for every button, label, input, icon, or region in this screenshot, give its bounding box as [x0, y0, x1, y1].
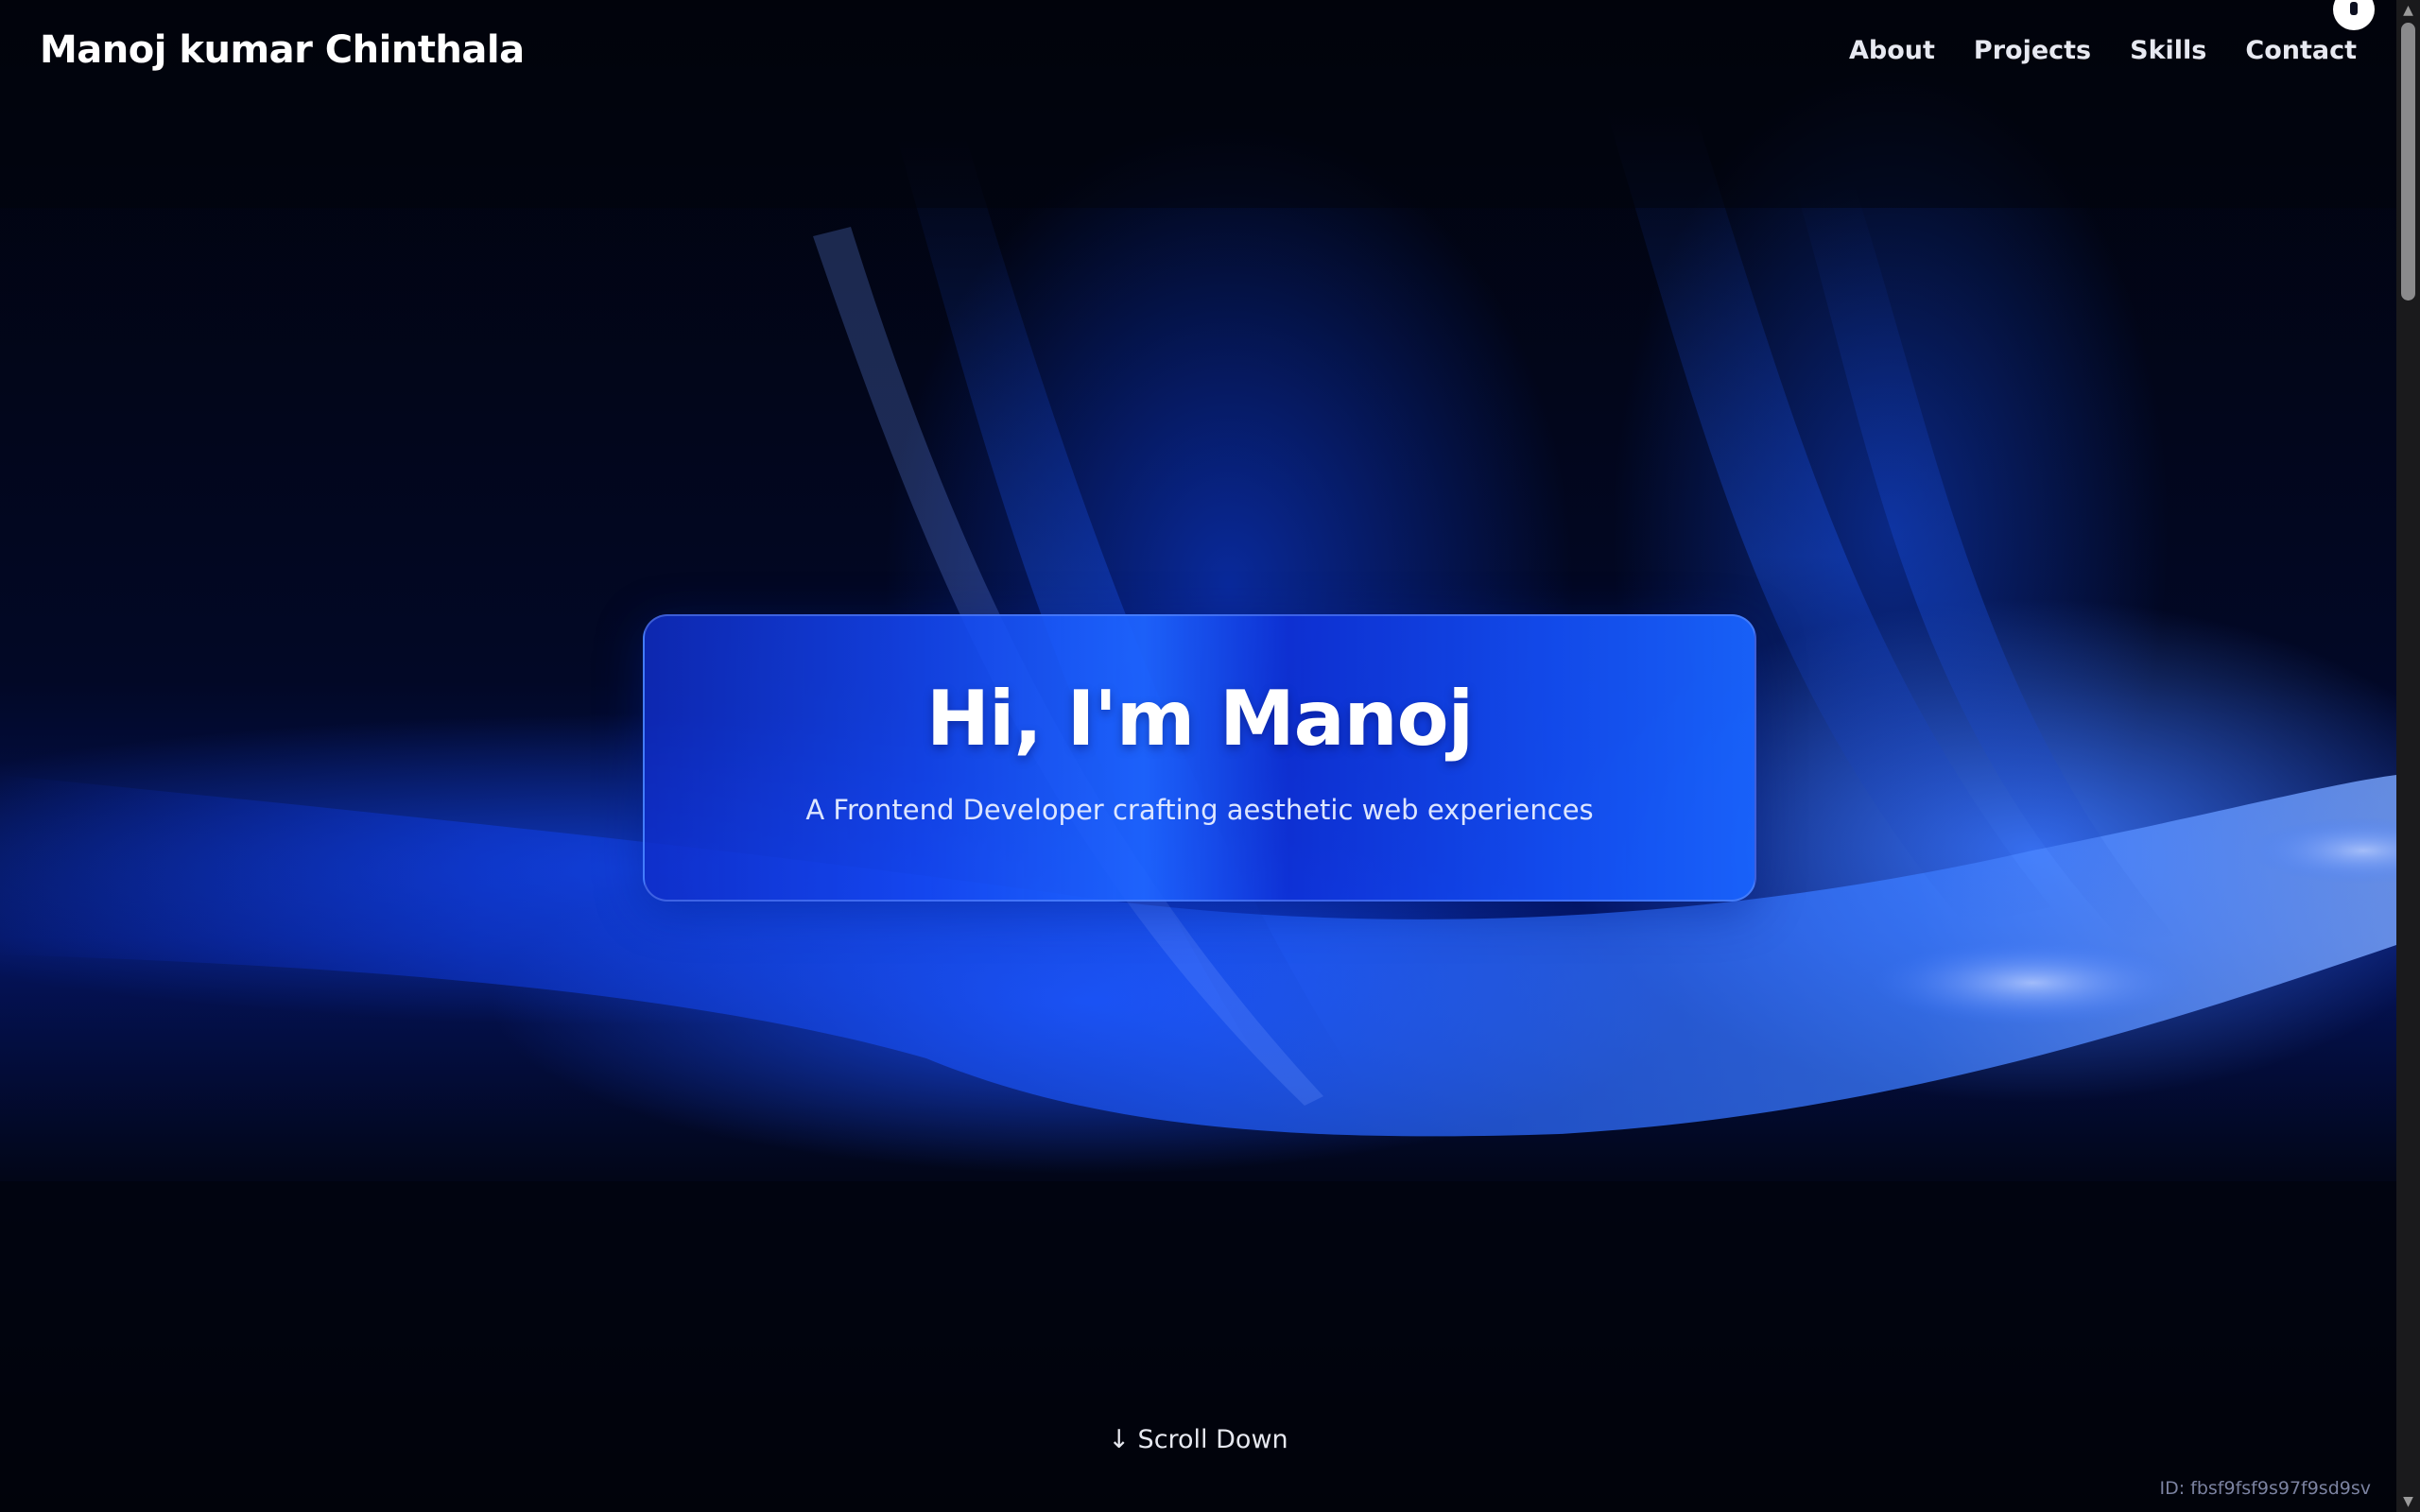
brand-name[interactable]: Manoj kumar Chinthala [40, 28, 525, 72]
hero-section: Manoj kumar Chinthala About Projects Ski… [0, 0, 2396, 1512]
scrollbar-thumb[interactable] [2401, 23, 2415, 301]
theme-toggle-icon[interactable] [2333, 0, 2375, 30]
main-nav: About Projects Skills Contact [1849, 36, 2357, 65]
scroll-down-arrow-icon[interactable]: ▼ [2396, 1491, 2420, 1512]
page-scrollbar[interactable]: ▲ ▼ [2396, 0, 2420, 1512]
hero-subtitle: A Frontend Developer crafting aesthetic … [805, 794, 1594, 826]
nav-link-projects[interactable]: Projects [1974, 36, 2091, 65]
page-id-label: ID: fbsf9fsf9s97f9sd9sv [2159, 1478, 2371, 1499]
nav-link-contact[interactable]: Contact [2245, 36, 2357, 65]
scroll-up-arrow-icon[interactable]: ▲ [2396, 0, 2420, 21]
scroll-down-link[interactable]: ↓ Scroll Down [0, 1425, 2396, 1454]
nav-link-about[interactable]: About [1849, 36, 1935, 65]
hero-card: Hi, I'm Manoj A Frontend Developer craft… [643, 614, 1756, 902]
hero-title: Hi, I'm Manoj [925, 675, 1474, 763]
site-header: Manoj kumar Chinthala About Projects Ski… [0, 0, 2396, 109]
nav-link-skills[interactable]: Skills [2130, 36, 2206, 65]
